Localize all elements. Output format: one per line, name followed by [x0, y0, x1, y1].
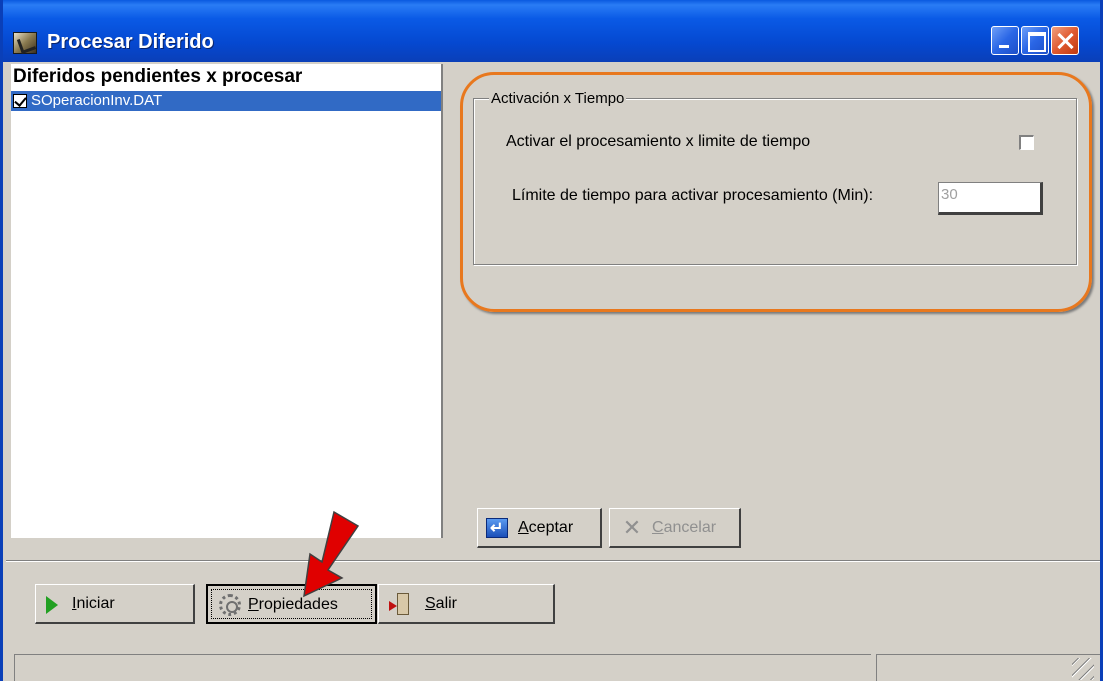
red-arrow-annotation	[303, 510, 360, 598]
separator	[6, 560, 1100, 562]
title-bar[interactable]: Procesar Diferido	[3, 0, 1100, 62]
exit-label-rest: alir	[435, 595, 458, 612]
exit-button[interactable]: Salir	[378, 584, 555, 624]
properties-hotkey: P	[248, 596, 259, 613]
status-pane-main	[14, 654, 871, 681]
list-header: Diferidos pendientes x procesar	[13, 66, 303, 87]
cancel-x-icon: ✕	[622, 515, 642, 540]
start-label-rest: niciar	[76, 595, 115, 612]
list-item-checkbox[interactable]	[13, 94, 27, 108]
cancel-button[interactable]: ✕ Cancelar	[609, 508, 741, 548]
status-pane-secondary	[876, 654, 1100, 681]
minimize-button[interactable]	[991, 26, 1019, 55]
cancel-label-rest: ancelar	[663, 519, 717, 536]
maximize-button[interactable]	[1021, 26, 1049, 55]
play-icon	[46, 596, 58, 614]
resize-grip[interactable]	[1072, 658, 1094, 680]
accept-label-rest: ceptar	[528, 519, 574, 536]
accept-hotkey: A	[518, 519, 529, 536]
status-bar	[6, 634, 1100, 681]
accept-button[interactable]: Aceptar	[477, 508, 602, 548]
list-item[interactable]: SOperacionInv.DAT	[11, 91, 441, 111]
window-title: Procesar Diferido	[47, 31, 214, 53]
exit-door-icon	[389, 593, 409, 615]
properties-label-rest: ropiedades	[258, 596, 338, 613]
cancel-hotkey: C	[652, 519, 664, 536]
exit-hotkey: S	[425, 595, 436, 612]
highlight-annotation	[460, 72, 1092, 312]
list-item-label: SOperacionInv.DAT	[31, 92, 163, 109]
gear-icon	[219, 594, 241, 616]
app-window-icon[interactable]	[13, 32, 37, 54]
start-button[interactable]: Iniciar	[35, 584, 195, 624]
pending-deferred-list[interactable]: Diferidos pendientes x procesar SOperaci…	[11, 64, 443, 538]
close-button[interactable]	[1051, 26, 1079, 55]
enter-icon	[486, 518, 508, 538]
